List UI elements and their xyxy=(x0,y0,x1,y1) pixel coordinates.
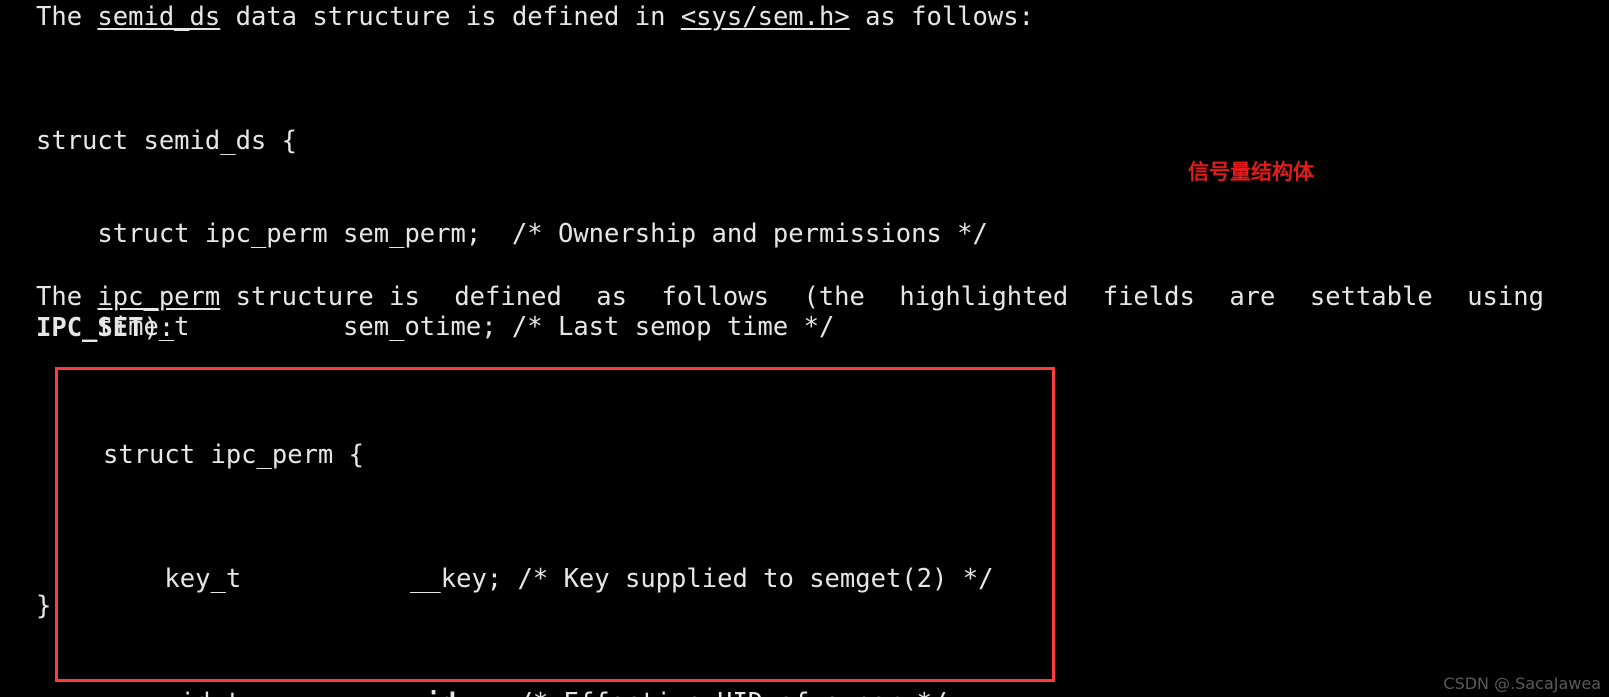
intro-sentence: The semid_ds data structure is defined i… xyxy=(36,2,1034,33)
paragraph-lead-fragment: The ipc_perm structure is xyxy=(36,282,420,313)
paragraph-word: (the xyxy=(803,282,865,312)
ipc-set-keyword: IPC_SET xyxy=(36,313,144,343)
csdn-watermark: CSDN @.SacaJawea xyxy=(1443,674,1601,693)
code-line-pre: uid_t xyxy=(103,688,410,697)
ipc-perm-description-paragraph: The ipc_perm structure is defined as fol… xyxy=(36,282,1544,344)
paragraph-line-1: The ipc_perm structure is defined as fol… xyxy=(36,282,1544,313)
paragraph-text-the: The xyxy=(36,282,98,312)
manpage-screenshot: The semid_ds data structure is defined i… xyxy=(0,0,1609,697)
paragraph-line-2: IPC_SET): xyxy=(36,313,1544,344)
code-line: uid_t uid; /* Effective UID of owner */ xyxy=(103,688,993,697)
paragraph-word: defined xyxy=(454,282,562,312)
paragraph-word: fields xyxy=(1102,282,1195,312)
paragraph-word: settable xyxy=(1309,282,1433,312)
code-line-pre: key_t __key; /* Key supplied to semget(2… xyxy=(103,564,994,594)
code-line-post: ; /* Effective UID of owner */ xyxy=(456,688,947,697)
paragraph-word: as xyxy=(596,282,627,312)
intro-text-after: as follows: xyxy=(849,2,1034,32)
paragraph-word: using xyxy=(1467,282,1544,312)
ipc-perm-link[interactable]: ipc_perm xyxy=(97,282,220,312)
paragraph-word: follows xyxy=(661,282,769,312)
intro-text-before-struct-link: The xyxy=(36,2,98,32)
code-line-bold-field: uid xyxy=(410,688,456,697)
code-line: struct ipc_perm { xyxy=(103,440,993,471)
ipc-perm-highlight-box: struct ipc_perm { key_t __key; /* Key su… xyxy=(55,367,1055,697)
intro-text-middle: data structure is defined in xyxy=(220,2,681,32)
code-line: struct ipc_perm sem_perm; /* Ownership a… xyxy=(36,219,988,249)
paragraph-line-2-tail: ): xyxy=(143,313,175,343)
paragraph-text-structure-is: structure is xyxy=(220,282,420,312)
semid-ds-link[interactable]: semid_ds xyxy=(97,2,220,32)
semaphore-struct-annotation: 信号量结构体 xyxy=(1188,160,1314,184)
code-line: key_t __key; /* Key supplied to semget(2… xyxy=(103,564,993,595)
sys-sem-h-header-link[interactable]: <sys/sem.h> xyxy=(681,2,850,32)
ipc-perm-code-block: struct ipc_perm { key_t __key; /* Key su… xyxy=(103,378,993,697)
code-line-pre: struct ipc_perm { xyxy=(103,440,364,470)
code-line: struct semid_ds { xyxy=(36,126,297,156)
paragraph-word: highlighted xyxy=(899,282,1069,312)
paragraph-word: are xyxy=(1229,282,1276,312)
